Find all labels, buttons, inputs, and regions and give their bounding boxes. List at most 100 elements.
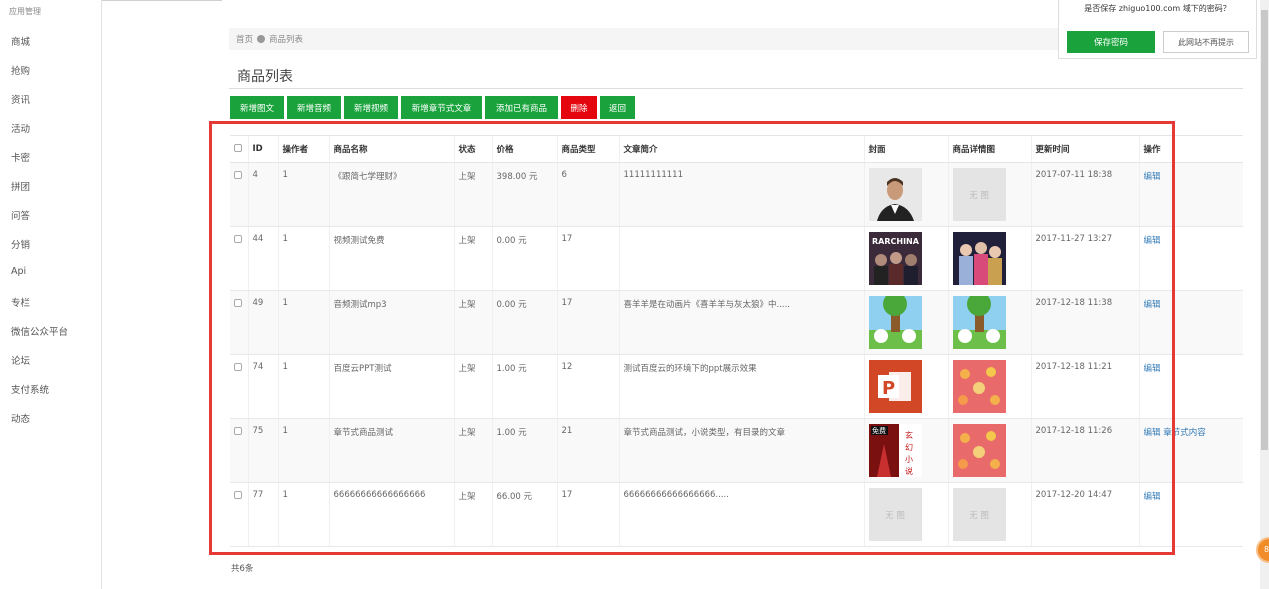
sidebar-item-group[interactable]: 拼团 — [11, 179, 30, 193]
no-image-placeholder: 无 图 — [952, 168, 1006, 221]
cell-price: 1.00 元 — [491, 354, 557, 419]
breadcrumb-current: 商品列表 — [269, 35, 304, 45]
breadcrumb-separator-icon — [257, 35, 266, 43]
cell-updated: 2017-12-18 11:26 — [1030, 418, 1139, 483]
cover-portrait-image — [868, 168, 922, 221]
cell-intro: 喜羊羊是在动画片《喜羊羊与灰太狼》中..... — [618, 290, 864, 355]
popup-message: 是否保存 zhiguo100.com 域下的密码？ — [1084, 4, 1231, 13]
row-checkbox[interactable] — [234, 363, 242, 371]
cell-intro: 测试百度云的环境下的ppt展示效果 — [618, 354, 864, 419]
sidebar-item-distribution[interactable]: 分销 — [11, 237, 30, 251]
sidebar-item-card[interactable]: 卡密 — [11, 150, 30, 164]
add-video-button[interactable]: 新增视频 — [344, 96, 398, 119]
cell-detail-image — [947, 226, 1031, 291]
table-row: 75 1 章节式商品测试 上架 1.00 元 21 章节式商品测试，小说类型，有… — [230, 418, 1243, 483]
sidebar-item-mall[interactable]: 商城 — [11, 34, 30, 48]
cell-type: 6 — [556, 162, 619, 227]
col-price: 价格 — [491, 135, 557, 163]
edit-link[interactable]: 编辑 — [1144, 428, 1161, 438]
cell-status: 上架 — [453, 162, 492, 227]
cell-type: 17 — [556, 482, 619, 547]
col-cover: 封面 — [863, 135, 948, 163]
sidebar-header: 应用管理 — [9, 7, 41, 16]
back-button[interactable]: 返回 — [600, 96, 635, 119]
edit-link[interactable]: 编辑 — [1144, 364, 1161, 374]
add-existing-product-button[interactable]: 添加已有商品 — [485, 96, 558, 119]
row-checkbox[interactable] — [234, 427, 242, 435]
delete-button[interactable]: 删除 — [561, 96, 597, 119]
sidebar-item-wechat[interactable]: 微信公众平台 — [11, 324, 68, 338]
cell-cover — [863, 290, 948, 355]
sidebar-item-qa[interactable]: 问答 — [11, 208, 30, 222]
cell-id: 4 — [247, 162, 278, 227]
sidebar-item-column[interactable]: 专栏 — [11, 295, 30, 309]
row-checkbox[interactable] — [234, 299, 242, 307]
cell-type: 12 — [556, 354, 619, 419]
sidebar-item-forum[interactable]: 论坛 — [11, 353, 30, 367]
cell-detail-image: 无 图 — [947, 162, 1031, 227]
cell-intro: 66666666666666666..... — [618, 482, 864, 547]
scrollbar[interactable] — [1260, 0, 1269, 589]
col-name: 商品名称 — [328, 135, 454, 163]
cell-status: 上架 — [453, 290, 492, 355]
table-row: 74 1 百度云PPT测试 上架 1.00 元 12 测试百度云的环境下的ppt… — [230, 354, 1243, 419]
top-divider — [102, 0, 222, 1]
chapter-content-link[interactable]: 章节式内容 — [1163, 428, 1206, 438]
sidebar-item-payment[interactable]: 支付系统 — [11, 382, 49, 396]
cell-detail-image — [947, 290, 1031, 355]
edit-link[interactable]: 编辑 — [1144, 172, 1161, 182]
col-id: ID — [247, 135, 278, 163]
table-row: 4 1 《跟简七学理财》 上架 398.00 元 6 11111111111 无… — [230, 162, 1243, 227]
detail-cartoon-sheep-image — [952, 292, 1006, 349]
cell-intro: 11111111111 — [618, 162, 864, 227]
sidebar-item-dynamic[interactable]: 动态 — [11, 411, 30, 425]
sidebar-item-api[interactable]: Api — [11, 266, 26, 277]
save-password-popup: 是否保存 zhiguo100.com 域下的密码？ 保存密码 此网站不再提示 — [1058, 0, 1257, 59]
col-type: 商品类型 — [556, 135, 619, 163]
select-all-checkbox[interactable] — [234, 144, 242, 152]
detail-red-pattern-image — [952, 424, 1006, 477]
cell-name: 《跟简七学理财》 — [328, 162, 454, 227]
add-chapter-article-button[interactable]: 新增章节式文章 — [401, 96, 482, 119]
cell-name: 音频测试mp3 — [328, 290, 454, 355]
cell-price: 0.00 元 — [491, 290, 557, 355]
cell-operator: 1 — [277, 418, 329, 483]
cell-id: 49 — [247, 290, 278, 355]
col-detail-image: 商品详情图 — [947, 135, 1031, 163]
scrollbar-thumb[interactable] — [1261, 10, 1268, 450]
add-article-button[interactable]: 新增图文 — [230, 96, 284, 119]
col-action: 操作 — [1138, 135, 1243, 163]
breadcrumb-home[interactable]: 首页 — [236, 33, 253, 45]
row-checkbox[interactable] — [234, 491, 242, 499]
cell-intro: 章节式商品测试，小说类型，有目录的文章 — [618, 418, 864, 483]
cell-name: 章节式商品测试 — [328, 418, 454, 483]
never-for-site-button[interactable]: 此网站不再提示 — [1163, 31, 1249, 53]
cell-intro — [618, 226, 864, 291]
cover-rarchina-image: RARCHINA — [868, 232, 922, 285]
title-divider — [229, 88, 1243, 89]
edit-link[interactable]: 编辑 — [1144, 300, 1161, 310]
col-status: 状态 — [453, 135, 492, 163]
sidebar-item-flash-sale[interactable]: 抢购 — [11, 63, 30, 77]
row-checkbox[interactable] — [234, 235, 242, 243]
cell-operator: 1 — [277, 354, 329, 419]
cell-price: 0.00 元 — [491, 226, 557, 291]
sidebar-item-activity[interactable]: 活动 — [11, 121, 30, 135]
sidebar-item-news[interactable]: 资讯 — [11, 92, 30, 106]
row-checkbox[interactable] — [234, 171, 242, 179]
cell-price: 398.00 元 — [491, 162, 557, 227]
col-intro: 文章简介 — [618, 135, 864, 163]
cell-updated: 2017-11-27 13:27 — [1030, 226, 1139, 291]
cell-status: 上架 — [453, 226, 492, 291]
cell-id: 74 — [247, 354, 278, 419]
floating-badge-button[interactable]: 83 — [1256, 537, 1269, 563]
add-audio-button[interactable]: 新增音频 — [287, 96, 341, 119]
cell-detail-image — [947, 418, 1031, 483]
edit-link[interactable]: 编辑 — [1144, 236, 1161, 246]
cell-type: 17 — [556, 226, 619, 291]
cell-updated: 2017-12-18 11:38 — [1030, 290, 1139, 355]
cell-updated: 2017-12-20 14:47 — [1030, 482, 1139, 547]
edit-link[interactable]: 编辑 — [1144, 492, 1161, 502]
save-password-button[interactable]: 保存密码 — [1067, 31, 1155, 53]
col-updated: 更新时间 — [1030, 135, 1139, 163]
